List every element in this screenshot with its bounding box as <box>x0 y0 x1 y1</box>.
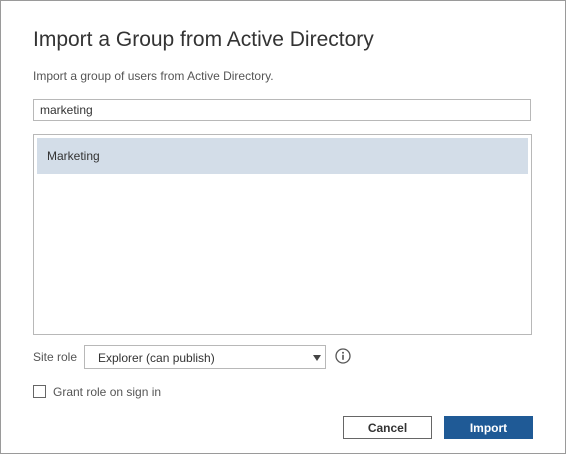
list-item-marketing[interactable]: Marketing <box>37 138 528 174</box>
import-group-dialog: Import a Group from Active Directory Imp… <box>0 0 566 454</box>
site-role-select[interactable]: Explorer (can publish) <box>84 345 326 369</box>
group-search-input[interactable] <box>33 99 531 121</box>
chevron-down-icon <box>313 355 321 361</box>
dialog-title: Import a Group from Active Directory <box>33 28 374 51</box>
cancel-button[interactable]: Cancel <box>343 416 432 439</box>
info-icon[interactable] <box>335 348 351 364</box>
search-results-list: Marketing <box>33 134 532 335</box>
dialog-subtitle: Import a group of users from Active Dire… <box>33 69 274 83</box>
grant-role-label[interactable]: Grant role on sign in <box>53 385 161 399</box>
import-button[interactable]: Import <box>444 416 533 439</box>
site-role-value: Explorer (can publish) <box>98 351 215 365</box>
site-role-label: Site role <box>33 350 78 364</box>
grant-role-checkbox[interactable] <box>33 385 46 398</box>
